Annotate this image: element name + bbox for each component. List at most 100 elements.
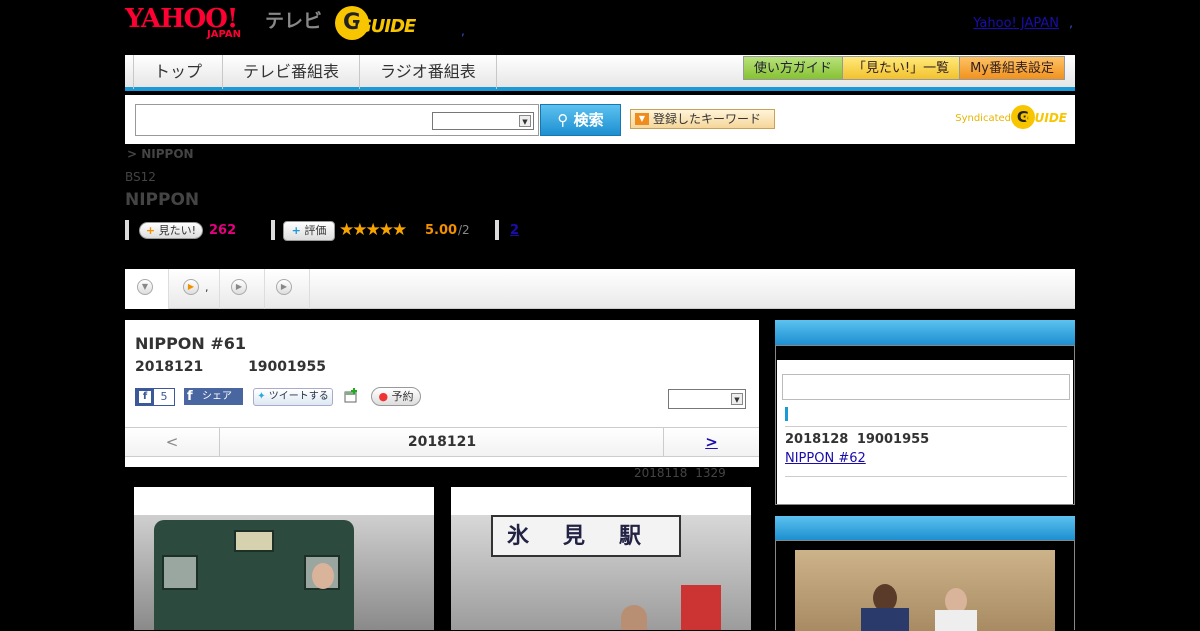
person-body: [935, 610, 977, 631]
plus-icon: +: [145, 224, 156, 237]
train-photo: [134, 515, 434, 630]
episode-photo-1[interactable]: [134, 487, 434, 630]
saved-keywords-label: 登録したキーワード: [653, 112, 762, 126]
reserve-label: 予約: [391, 390, 414, 403]
subtab-3[interactable]: ▶: [220, 269, 265, 309]
select-arrow-icon: ▼: [731, 393, 743, 405]
main-nav: トップ テレビ番組表 ラジオ番組表 使い方ガイド 「見たい!」一覧 My番組表設…: [125, 55, 1075, 91]
nav-tab-tv-listings[interactable]: テレビ番組表: [223, 55, 361, 89]
tweet-label: ツイートする: [268, 391, 329, 402]
section-marker: [785, 407, 788, 421]
subtab-2[interactable]: ▶ ,: [169, 269, 220, 309]
person-body: [861, 608, 909, 631]
episode-select[interactable]: ▼: [668, 389, 746, 409]
related-box: [775, 540, 1075, 631]
related-photo[interactable]: [795, 550, 1055, 631]
syndicated-label: Syndicated: [955, 113, 1011, 124]
search-icon: ⚲: [557, 111, 569, 129]
facebook-icon: f: [187, 389, 193, 404]
facebook-icon: f: [139, 391, 151, 403]
train-headlight-panel: [234, 530, 274, 552]
header-separator: ,: [461, 24, 465, 38]
breadcrumb: > NIPPON: [127, 147, 194, 161]
chevron-down-icon: ▼: [137, 279, 153, 295]
nav-right-buttons: 使い方ガイド 「見たい!」一覧 My番組表設定: [742, 56, 1065, 80]
rate-button[interactable]: + 評価: [283, 221, 335, 241]
nav-tabs: トップ テレビ番組表 ラジオ番組表: [133, 55, 497, 89]
update-timestamp: 2018118 1329: [634, 466, 726, 480]
rating-stars: ★★★★★: [339, 220, 407, 240]
station-photo: 氷見駅: [451, 515, 751, 630]
twitter-bird-icon: ✦: [257, 391, 266, 402]
my-listings-settings-button[interactable]: My番組表設定: [959, 56, 1065, 80]
tweet-button[interactable]: ✦ ツイートする: [253, 388, 333, 406]
want-to-watch-label: 見たい!: [158, 224, 197, 237]
person-figure: [312, 563, 334, 589]
subtab-dot: ,: [205, 281, 209, 294]
gguide-text: GUIDE: [357, 16, 416, 37]
gguide-logo: G GUIDE: [335, 6, 430, 40]
saved-keywords-button[interactable]: ▼ 登録したキーワード: [630, 109, 775, 129]
station-sign: 氷見駅: [491, 515, 681, 557]
rating-score: 5.00: [425, 223, 458, 238]
episode-datetime: 2018121 19001955: [135, 359, 326, 375]
stat-divider: [125, 220, 129, 240]
current-episode-date: 2018121: [407, 434, 477, 450]
select-arrow-icon: ▼: [519, 115, 531, 127]
rate-label: 評価: [304, 224, 327, 237]
usage-guide-button[interactable]: 使い方ガイド: [742, 56, 843, 80]
subtab-1[interactable]: ▼: [125, 269, 169, 309]
decor-block: [681, 585, 721, 630]
record-dot-icon: ●: [378, 390, 389, 403]
next-episode-link[interactable]: >: [663, 428, 759, 456]
search-button[interactable]: ⚲ 検索: [540, 104, 621, 136]
next-broadcast-inner: 2018128 19001955 NIPPON #62: [777, 360, 1073, 504]
calendar-add-icon[interactable]: [343, 388, 359, 404]
next-broadcast-box: 2018128 19001955 NIPPON #62: [775, 345, 1075, 505]
facebook-like-count: 5: [154, 389, 174, 405]
want-to-watch-list-button[interactable]: 「見たい!」一覧: [841, 56, 961, 80]
train-window: [162, 555, 198, 590]
nav-tab-radio-listings[interactable]: ラジオ番組表: [360, 55, 497, 89]
program-subtabs: ▼ ▶ , ▶ ▶: [125, 269, 1075, 309]
rating-count: /2: [458, 223, 470, 237]
dropdown-triangle-icon: ▼: [635, 113, 649, 125]
header-separator-2: ,: [1069, 16, 1073, 30]
tv-label[interactable]: テレビ: [265, 6, 322, 33]
yahoo-japan-link[interactable]: Yahoo! JAPAN: [973, 16, 1059, 31]
play-icon: ▶: [183, 279, 199, 295]
episode-date-nav: < 2018121 >: [125, 427, 759, 457]
episode-title: NIPPON #61: [135, 334, 247, 353]
next-broadcast-field[interactable]: [782, 374, 1070, 400]
divider: [785, 476, 1067, 477]
site-header: YAHOO! JAPAN テレビ G GUIDE , Yahoo! JAPAN …: [125, 0, 1075, 52]
person-figure: [621, 605, 647, 630]
episode-panel: NIPPON #61 2018121 19001955 f 5 f シェア ✦ …: [125, 320, 759, 467]
episode-photo-2[interactable]: 氷見駅: [451, 487, 751, 630]
station-name: BS12: [125, 170, 156, 184]
yahoo-japan-logo-text: JAPAN: [207, 29, 241, 40]
want-to-watch-count: 262: [209, 223, 237, 238]
reserve-button[interactable]: ● 予約: [371, 387, 421, 406]
syndicated-guide-text: GUIDE: [1024, 111, 1067, 125]
search-category-select[interactable]: ▼: [432, 112, 534, 130]
nav-tab-top[interactable]: トップ: [134, 55, 224, 89]
want-to-watch-button[interactable]: + 見たい!: [139, 222, 203, 239]
facebook-share-button[interactable]: f シェア: [184, 388, 243, 405]
review-count-link[interactable]: 2: [510, 223, 519, 238]
facebook-share-label: シェア: [202, 391, 232, 402]
next-broadcast-datetime: 2018128 19001955: [785, 432, 930, 447]
search-button-label: 検索: [573, 111, 604, 129]
play-icon: ▶: [231, 279, 247, 295]
next-episode-title-link[interactable]: NIPPON #62: [785, 451, 866, 466]
subtab-4[interactable]: ▶: [265, 269, 310, 309]
prev-episode-button[interactable]: <: [125, 428, 220, 456]
facebook-like-button[interactable]: f 5: [135, 388, 175, 406]
search-bar: ▼ ⚲ 検索 ▼ 登録したキーワード Syndicated G GUIDE: [125, 95, 1075, 144]
next-broadcast-header: [775, 320, 1075, 345]
play-icon: ▶: [276, 279, 292, 295]
related-header: [775, 516, 1075, 540]
plus-icon: +: [291, 224, 301, 237]
page-title: NIPPON: [125, 190, 200, 210]
stat-divider: [495, 220, 499, 240]
